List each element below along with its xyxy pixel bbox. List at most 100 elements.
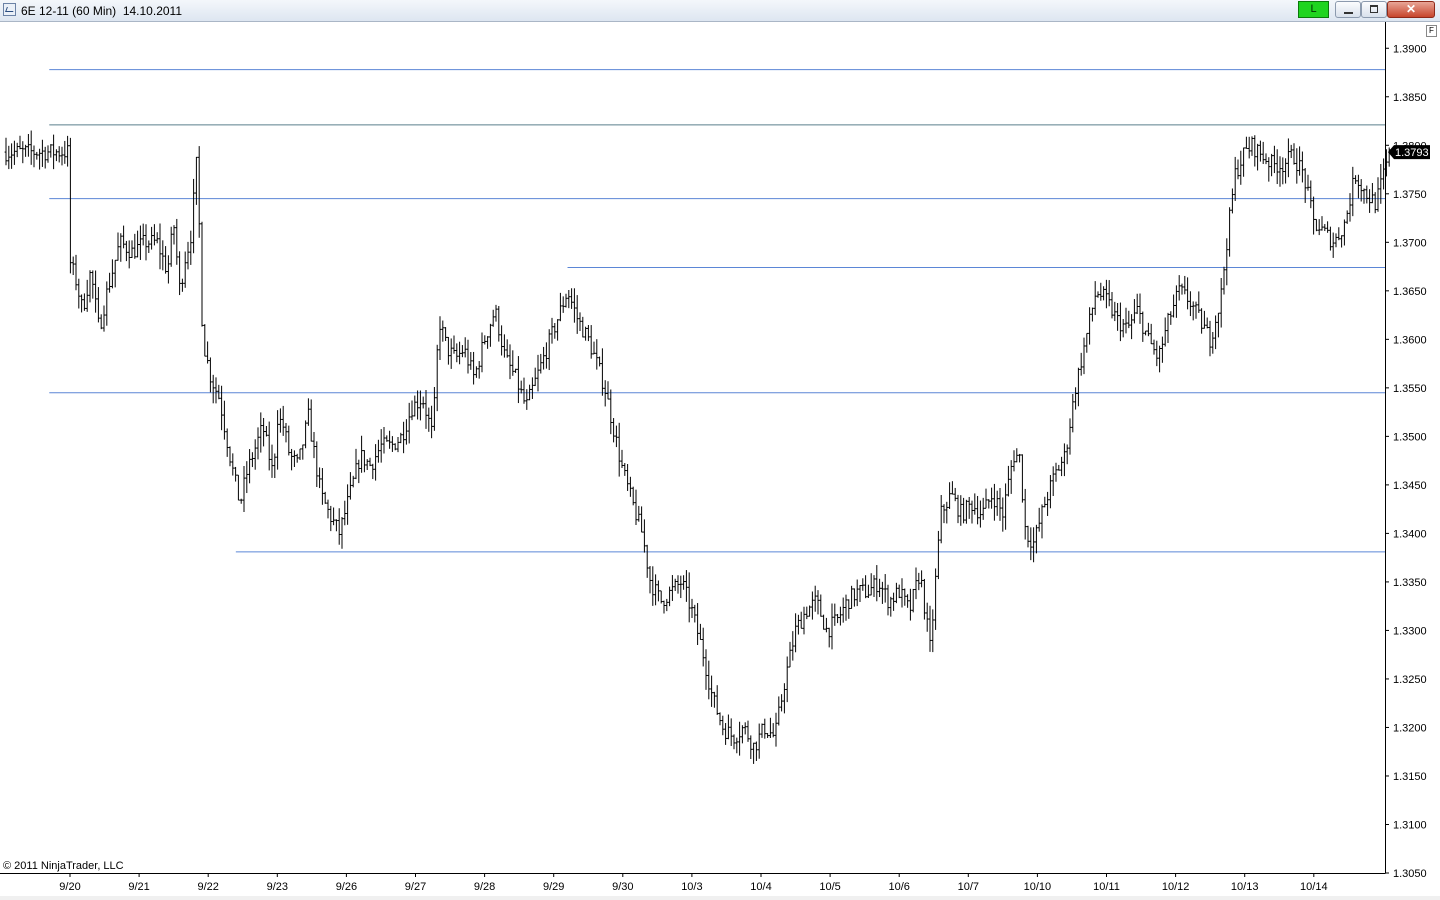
ohlc-bar xyxy=(561,296,565,313)
ohlc-bar xyxy=(679,575,683,599)
ohlc-bar xyxy=(88,270,92,303)
ohlc-bar xyxy=(687,572,691,623)
ohlc-bar xyxy=(1256,143,1259,171)
ohlc-bar xyxy=(1362,188,1366,204)
chart-format-button[interactable]: F xyxy=(1426,25,1437,37)
minimize-button[interactable] xyxy=(1335,1,1361,18)
ohlc-bar xyxy=(447,336,450,365)
ohlc-bar xyxy=(1023,488,1027,540)
ohlc-bar xyxy=(35,151,39,160)
ohlc-bar xyxy=(108,272,111,293)
ohlc-bar xyxy=(836,613,839,624)
ohlc-bar xyxy=(1082,337,1086,375)
ohlc-bar xyxy=(584,326,587,341)
ohlc-bar xyxy=(802,606,806,635)
close-button[interactable]: ✕ xyxy=(1387,1,1435,18)
ohlc-bar xyxy=(388,430,391,449)
ohlc-bar xyxy=(780,694,783,712)
ohlc-bar xyxy=(1155,340,1159,367)
ohlc-bar xyxy=(1267,157,1271,182)
ohlc-bar xyxy=(1189,291,1192,317)
ohlc-bar xyxy=(752,742,755,764)
ohlc-bar xyxy=(80,294,83,313)
ohlc-bar xyxy=(1284,158,1287,184)
ohlc-bar xyxy=(455,343,459,363)
ohlc-bar xyxy=(122,225,125,249)
time-tick-label: 10/13 xyxy=(1231,881,1259,893)
ohlc-bar xyxy=(377,439,380,463)
ohlc-bar xyxy=(192,178,195,254)
ohlc-bar xyxy=(245,461,249,494)
ohlc-bar xyxy=(284,422,288,443)
ohlc-bar xyxy=(990,487,993,509)
ohlc-bar xyxy=(85,279,89,312)
ohlc-bar xyxy=(360,435,363,473)
ohlc-bar xyxy=(1007,465,1010,497)
ohlc-bar xyxy=(791,631,795,661)
ohlc-bar xyxy=(1065,444,1069,465)
ohlc-bar xyxy=(900,578,904,608)
ohlc-bar xyxy=(158,223,162,270)
ohlc-bar xyxy=(774,712,778,747)
ohlc-bar xyxy=(959,495,963,526)
ohlc-bar xyxy=(671,575,674,601)
ohlc-bar xyxy=(1194,301,1198,319)
ohlc-bar xyxy=(125,240,128,262)
price-chart[interactable]: 1.39001.38501.38001.37501.37001.36501.36… xyxy=(0,22,1440,896)
ohlc-bar xyxy=(239,498,243,504)
ohlc-bar xyxy=(833,603,837,626)
last-price-label: 1.3793 xyxy=(1395,147,1429,159)
ohlc-bar xyxy=(573,288,576,323)
ohlc-bar xyxy=(962,497,965,524)
ohlc-bar xyxy=(570,288,573,309)
ohlc-bar xyxy=(385,435,389,442)
ohlc-bar xyxy=(1119,302,1122,342)
time-tick-label: 9/27 xyxy=(405,881,426,893)
ohlc-bar xyxy=(116,232,120,261)
ohlc-bar xyxy=(1063,443,1066,477)
ohlc-bar xyxy=(410,400,414,421)
ohlc-bar xyxy=(1334,233,1338,248)
ohlc-bar xyxy=(374,444,377,481)
ohlc-bar xyxy=(503,334,506,358)
ohlc-bar xyxy=(1315,218,1318,232)
ohlc-bar xyxy=(382,426,386,454)
ohlc-bar xyxy=(1250,136,1254,156)
ohlc-bar xyxy=(1021,454,1024,503)
ohlc-bar xyxy=(1278,156,1282,187)
ohlc-bar xyxy=(993,483,996,521)
ohlc-bar xyxy=(578,312,582,332)
ohlc-bar xyxy=(105,281,109,326)
ohlc-bar xyxy=(472,351,475,385)
ohlc-bar xyxy=(542,346,545,370)
ohlc-bar xyxy=(1102,286,1105,301)
ohlc-bar xyxy=(113,259,117,288)
ohlc-bar xyxy=(273,453,277,479)
ohlc-bar xyxy=(556,319,559,341)
ohlc-bar xyxy=(1231,188,1234,214)
ohlc-bar xyxy=(696,603,699,645)
maximize-button[interactable] xyxy=(1361,1,1387,18)
ohlc-bar xyxy=(805,606,809,620)
ohlc-bar xyxy=(354,448,358,480)
ohlc-bar xyxy=(668,586,671,607)
ohlc-bar xyxy=(1351,166,1355,217)
ohlc-bar xyxy=(853,588,856,607)
ohlc-bar xyxy=(825,617,828,633)
ohlc-bar xyxy=(763,718,767,739)
ohlc-bar xyxy=(634,489,638,525)
ohlc-bar xyxy=(1035,524,1038,554)
ohlc-bar xyxy=(209,357,212,393)
ohlc-bar xyxy=(169,226,173,267)
ohlc-bar xyxy=(287,425,291,456)
ohlc-bar xyxy=(1001,497,1005,532)
ohlc-bar xyxy=(1233,156,1237,201)
ohlc-bar xyxy=(914,567,918,600)
ohlc-bar xyxy=(505,339,509,358)
time-tick-label: 10/11 xyxy=(1093,881,1120,893)
ohlc-bar xyxy=(63,140,67,164)
ohlc-bar xyxy=(91,270,95,299)
ohlc-bar xyxy=(1049,475,1052,509)
ohlc-bar xyxy=(301,444,305,460)
link-button[interactable]: L xyxy=(1298,1,1329,18)
